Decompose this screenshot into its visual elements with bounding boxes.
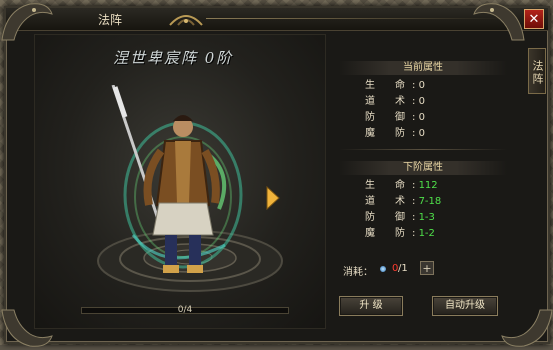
current-attr-row: 魔 防: 0 — [365, 128, 425, 139]
current-attr-row: 生 命: 0 — [365, 80, 425, 91]
current-attrs-header: 当前属性 — [339, 61, 507, 75]
cost-label: 消耗： — [343, 267, 373, 278]
progress-text: 0/4 — [177, 305, 193, 315]
upgrade-button[interactable]: 升 级 — [339, 296, 403, 316]
next-attrs-header: 下阶属性 — [339, 161, 507, 175]
attr-value: 1-3 — [418, 212, 435, 223]
cost-need: /1 — [398, 263, 408, 274]
formation-name: 涅世卑宸阵 0阶 — [113, 49, 234, 67]
attr-value: 0 — [418, 128, 425, 139]
close-button[interactable]: ✕ — [524, 9, 544, 29]
attr-value: 112 — [418, 180, 438, 191]
attr-label: 防 御 — [365, 212, 405, 223]
attr-label: 道 术 — [365, 196, 405, 207]
next-attr-row: 防 御: 1-3 — [365, 212, 435, 223]
formation-window: 法阵 ✕ 法阵 涅世卑宸阵 0阶 0/4 当前属性 生 命: 0 道 术: … — [1, 3, 553, 347]
attr-label: 防 御 — [365, 112, 405, 123]
character-avatar — [111, 85, 243, 273]
gem-icon — [380, 266, 386, 272]
current-attr-row: 防 御: 0 — [365, 112, 425, 123]
next-attr-row: 道 术: 7-18 — [365, 196, 442, 207]
title-ornament-icon — [169, 15, 203, 26]
attr-value: 0 — [418, 80, 425, 91]
attr-value: 0 — [418, 96, 425, 107]
window-title: 法阵 — [98, 13, 123, 27]
attr-label: 生 命 — [365, 80, 405, 91]
formation-preview: 涅世卑宸阵 0阶 0/4 — [34, 34, 326, 329]
title-bar: 法阵 ✕ — [6, 8, 548, 31]
auto-upgrade-button[interactable]: 自动升级 — [432, 296, 498, 316]
attributes-panel: 当前属性 生 命: 0 道 术: 0 防 御: 0 魔 防: 0 下阶属性 生 … — [331, 34, 519, 327]
attr-label: 道 术 — [365, 96, 405, 107]
attr-value: 0 — [418, 112, 425, 123]
next-attr-row: 生 命: 112 — [365, 180, 438, 191]
attr-label: 魔 防 — [365, 228, 405, 239]
tab-formation[interactable]: 法阵 — [528, 48, 546, 94]
attr-value: 1-2 — [418, 228, 435, 239]
current-attr-row: 道 术: 0 — [365, 96, 425, 107]
arrow-right-icon[interactable] — [265, 185, 281, 211]
title-divider — [206, 18, 506, 19]
attr-label: 魔 防 — [365, 128, 405, 139]
attr-value: 7-18 — [418, 196, 442, 207]
section-divider — [339, 149, 507, 150]
add-material-button[interactable]: + — [420, 261, 434, 275]
next-attr-row: 魔 防: 1-2 — [365, 228, 435, 239]
attr-label: 生 命 — [365, 180, 405, 191]
